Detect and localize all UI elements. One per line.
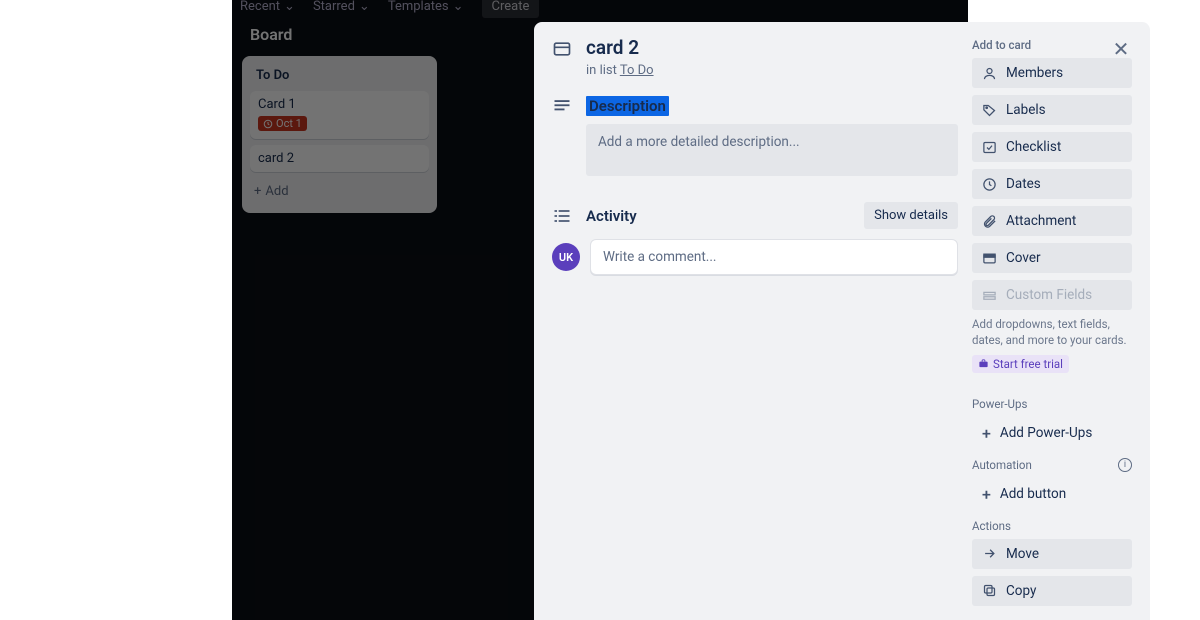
move-button[interactable]: Move: [972, 539, 1132, 569]
copy-icon: [982, 583, 997, 598]
checklist-button[interactable]: Checklist: [972, 132, 1132, 162]
dates-icon: [982, 177, 997, 192]
powerups-heading: Power-Ups: [972, 397, 1132, 411]
add-powerups-button[interactable]: + Add Power-Ups: [972, 417, 1132, 450]
card-detail-modal: ✕ card 2 in list To Do Description: [534, 22, 1150, 620]
labels-button[interactable]: Labels: [972, 95, 1132, 125]
members-icon: [982, 66, 997, 81]
close-icon: ✕: [1113, 37, 1130, 61]
description-label: Description: [586, 96, 669, 116]
move-icon: [982, 546, 997, 561]
actions-heading: Actions: [972, 519, 1132, 533]
custom-fields-button[interactable]: Custom Fields: [972, 280, 1132, 310]
show-details-button[interactable]: Show details: [864, 202, 958, 229]
dates-button[interactable]: Dates: [972, 169, 1132, 199]
plus-icon: +: [982, 424, 991, 443]
attachment-button[interactable]: Attachment: [972, 206, 1132, 236]
briefcase-icon: [978, 358, 989, 369]
close-button[interactable]: ✕: [1106, 34, 1136, 64]
info-icon[interactable]: i: [1118, 458, 1132, 472]
checklist-icon: [982, 140, 997, 155]
description-icon: [552, 96, 574, 116]
user-avatar[interactable]: UK: [552, 243, 580, 271]
plus-icon: +: [982, 485, 991, 504]
automation-heading: Automation i: [972, 458, 1132, 472]
card-list-location: in list To Do: [586, 63, 958, 78]
add-automation-button[interactable]: + Add button: [972, 478, 1132, 511]
copy-button[interactable]: Copy: [972, 576, 1132, 606]
card-title[interactable]: card 2: [586, 36, 639, 59]
attachment-icon: [982, 214, 997, 229]
card-icon: [552, 39, 574, 59]
list-link[interactable]: To Do: [620, 63, 654, 78]
description-input[interactable]: Add a more detailed description...: [586, 124, 958, 176]
cover-button[interactable]: Cover: [972, 243, 1132, 273]
custom-fields-note: Add dropdowns, text fields, dates, and m…: [972, 317, 1132, 348]
activity-icon: [552, 206, 574, 226]
activity-label: Activity: [586, 207, 637, 225]
custom-fields-icon: [982, 288, 997, 303]
cover-icon: [982, 251, 997, 266]
start-trial-button[interactable]: Start free trial: [972, 355, 1069, 373]
labels-icon: [982, 103, 997, 118]
comment-input[interactable]: Write a comment...: [590, 239, 958, 275]
